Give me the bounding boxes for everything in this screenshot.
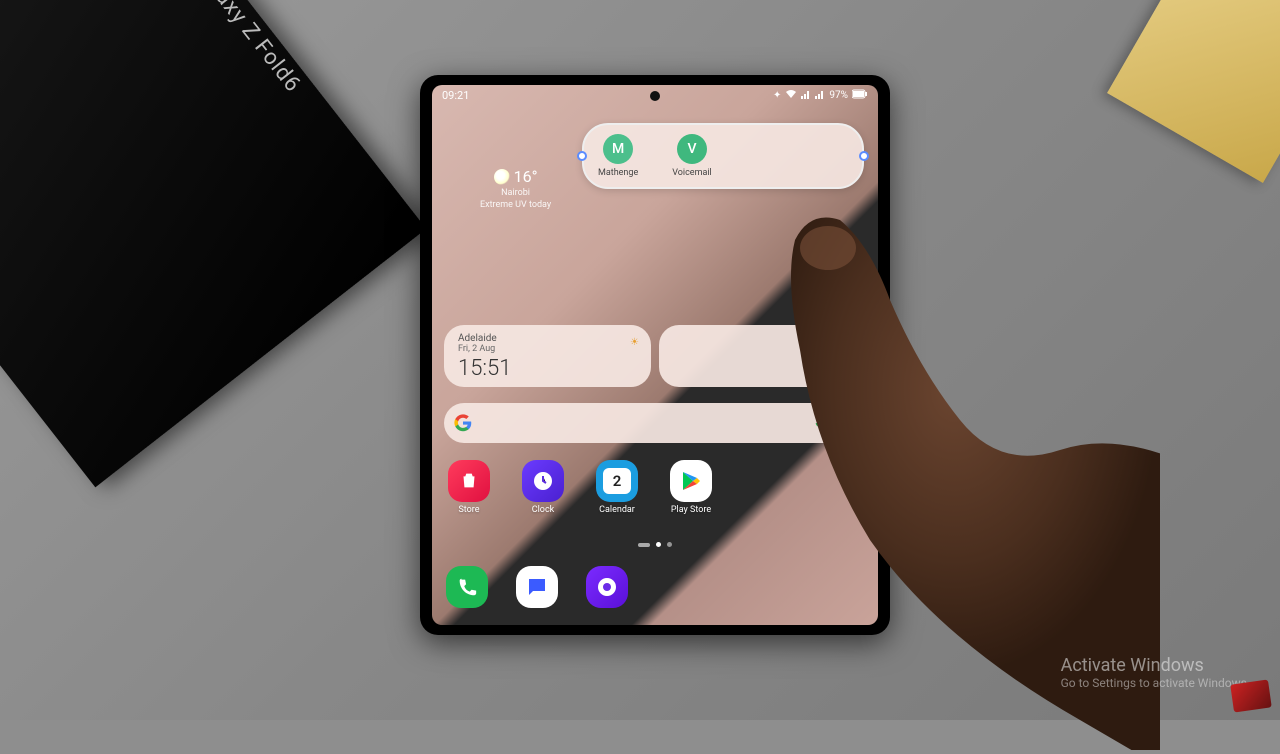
clock-card[interactable]: ☀	[659, 325, 866, 387]
battery-icon	[852, 89, 868, 102]
status-time: 09:21	[442, 89, 469, 102]
camera-notch	[650, 91, 660, 101]
clock-city: Adelaide	[458, 333, 637, 344]
contact-avatar: V	[677, 134, 707, 164]
resize-handle-left[interactable]	[577, 151, 587, 161]
wooden-clamp-prop	[1107, 0, 1280, 183]
dock-browser[interactable]	[586, 566, 628, 608]
weather-detail: Extreme UV today	[480, 200, 551, 210]
contact-name: Voicemail	[672, 168, 712, 178]
contact-item[interactable]: M Mathenge	[598, 134, 638, 178]
contact-name: Mathenge	[598, 168, 638, 178]
contacts-widget-selected[interactable]: M Mathenge V Voicemail	[582, 123, 864, 189]
clock-icon	[522, 460, 564, 502]
lens-icon[interactable]	[838, 414, 856, 432]
app-label: Calendar	[594, 505, 640, 515]
mic-icon[interactable]	[812, 414, 830, 432]
app-row: Store Clock 2 Calendar	[446, 460, 714, 515]
sun-icon: ☀	[630, 337, 639, 348]
desk-surface: Galaxy Z Fold6 09:21 ✦	[0, 0, 1280, 720]
messages-icon	[525, 575, 549, 599]
app-label: Clock	[520, 505, 566, 515]
phone-device: 09:21 ✦ 97%	[420, 75, 890, 635]
app-calendar[interactable]: 2 Calendar	[594, 460, 640, 515]
world-clock-widget[interactable]: ☀ Adelaide Fri, 2 Aug 15:51 ☀	[444, 325, 866, 387]
weather-city: Nairobi	[480, 188, 551, 198]
app-store[interactable]: Store	[446, 460, 492, 515]
app-label: Store	[446, 505, 492, 515]
watermark-sub: Go to Settings to activate Windows.	[1061, 676, 1250, 690]
play-store-icon	[670, 460, 712, 502]
app-play-store[interactable]: Play Store	[668, 460, 714, 515]
weather-icon	[494, 169, 510, 185]
dock-messages[interactable]	[516, 566, 558, 608]
page-indicator[interactable]	[638, 542, 672, 547]
calendar-icon: 2	[596, 460, 638, 502]
resize-handle-right[interactable]	[859, 151, 869, 161]
signal-icon	[801, 89, 811, 102]
windows-watermark: Activate Windows Go to Settings to activ…	[1061, 655, 1250, 690]
signal-icon-2	[815, 89, 825, 102]
clock-time: 15:51	[458, 356, 637, 381]
contact-item[interactable]: V Voicemail	[672, 134, 712, 178]
clock-date: Fri, 2 Aug	[458, 344, 637, 354]
battery-text: 97%	[829, 90, 848, 101]
box-label: Galaxy Z Fold6	[188, 0, 305, 98]
contact-avatar: M	[603, 134, 633, 164]
clock-card[interactable]: ☀ Adelaide Fri, 2 Aug 15:51	[444, 325, 651, 387]
channel-badge	[1230, 679, 1272, 712]
app-clock[interactable]: Clock	[520, 460, 566, 515]
store-icon	[448, 460, 490, 502]
app-label: Play Store	[668, 505, 714, 515]
home-screen[interactable]: 09:21 ✦ 97%	[432, 85, 878, 625]
sun-icon: ☀	[845, 337, 854, 348]
google-logo-icon	[454, 414, 472, 432]
wifi-icon	[785, 89, 797, 102]
dock	[446, 566, 628, 611]
weather-temp: 16°	[514, 167, 538, 186]
phone-box-prop: Galaxy Z Fold6	[0, 0, 426, 487]
dock-phone[interactable]	[446, 566, 488, 608]
vibrate-icon: ✦	[773, 90, 781, 101]
weather-widget[interactable]: 16° Nairobi Extreme UV today	[480, 167, 551, 210]
watermark-title: Activate Windows	[1061, 655, 1250, 676]
browser-icon	[595, 575, 619, 599]
google-search-bar[interactable]	[444, 403, 866, 443]
phone-icon	[456, 576, 478, 598]
